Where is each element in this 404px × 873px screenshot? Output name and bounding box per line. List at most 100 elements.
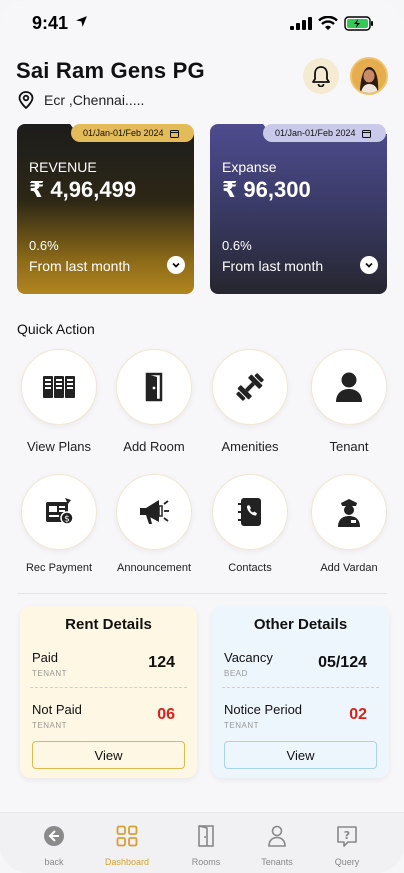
chevron-down-icon	[365, 262, 373, 268]
app-screen: 9:41 Sai Ram Gens PG Ecr ,Chennai..... 0…	[0, 0, 404, 873]
vacancy-sublabel: BEAD	[224, 669, 248, 678]
door-icon	[145, 372, 163, 402]
payment-icon: $	[46, 498, 74, 525]
query-icon: ?	[337, 826, 357, 847]
expense-percent: 0.6%	[222, 238, 252, 253]
notice-period-sublabel: TENANT	[224, 721, 259, 730]
revenue-expand-button[interactable]	[167, 256, 185, 274]
status-time: 9:41	[32, 13, 69, 33]
quick-action-circle	[212, 474, 288, 550]
notice-period-label: Notice Period	[224, 702, 303, 717]
door-icon	[198, 825, 214, 847]
quick-action-label: Amenities	[221, 439, 279, 454]
dumbbell-icon	[236, 373, 264, 401]
expense-label: Expanse	[222, 159, 277, 175]
location-pin-icon	[18, 91, 34, 109]
quick-action-circle: $	[21, 474, 97, 550]
paid-count: 124	[148, 654, 175, 671]
revenue-date-text: 01/Jan-01/Feb 2024	[83, 128, 164, 138]
megaphone-icon	[140, 500, 169, 524]
quick-action-add-room[interactable]: Add Room	[106, 349, 202, 454]
section-divider	[17, 593, 387, 594]
expense-date-text: 01/Jan-01/Feb 2024	[275, 128, 356, 138]
back-icon	[44, 826, 64, 846]
nav-label: Tenants	[261, 857, 293, 867]
rent-details-title: Rent Details	[65, 616, 152, 633]
quick-action-label: Tenant	[329, 439, 369, 454]
quick-action-add-vardan[interactable]: Add Vardan	[301, 474, 397, 574]
quick-action-circle	[212, 349, 288, 425]
avatar-image	[352, 59, 386, 93]
vacancy-count: 05/124	[318, 654, 367, 671]
quick-action-view-plans[interactable]: View Plans	[11, 349, 107, 454]
guard-icon	[338, 499, 360, 527]
quick-action-circle	[311, 474, 387, 550]
quick-action-rec-payment[interactable]: $ Rec Payment	[11, 474, 107, 574]
quick-action-tenant[interactable]: Tenant	[301, 349, 397, 454]
quick-action-label: Add Vardan	[320, 562, 378, 574]
bottom-nav: back Dashboard Rooms Tenants ? Query	[0, 812, 404, 873]
vacancy-label: Vacancy	[224, 650, 273, 665]
wifi-icon	[318, 16, 338, 30]
other-details-panel: Other Details Vacancy BEAD 05/124 Notice…	[212, 606, 389, 778]
battery-icon	[344, 16, 373, 31]
quick-action-circle	[116, 474, 192, 550]
quick-action-circle	[116, 349, 192, 425]
nav-label: back	[44, 857, 64, 867]
calendar-icon	[361, 129, 371, 138]
location-row[interactable]: Ecr ,Chennai.....	[18, 91, 144, 109]
not-paid-count: 06	[157, 706, 175, 723]
nav-query[interactable]: ? Query	[312, 825, 382, 867]
calendar-icon	[169, 129, 179, 138]
rent-details-panel: Rent Details Paid TENANT 124 Not Paid TE…	[20, 606, 197, 778]
expense-expand-button[interactable]	[360, 256, 378, 274]
nav-rooms[interactable]: Rooms	[171, 825, 241, 867]
notification-button[interactable]	[303, 58, 339, 94]
quick-action-label: Contacts	[228, 562, 272, 574]
svg-text:$: $	[64, 515, 70, 525]
rent-view-button[interactable]: View	[32, 741, 185, 769]
location-arrow-icon	[76, 16, 87, 27]
nav-label: Rooms	[191, 857, 221, 867]
signal-icon	[290, 17, 312, 30]
row-divider	[30, 687, 187, 688]
quick-action-label: Add Room	[123, 439, 185, 454]
expense-date-range[interactable]: 01/Jan-01/Feb 2024	[263, 124, 386, 142]
quick-action-label: View Plans	[26, 439, 92, 454]
nav-dashboard[interactable]: Dashboard	[92, 825, 162, 867]
other-details-title: Other Details	[253, 616, 348, 633]
quick-action-announcement[interactable]: Announcement	[106, 474, 202, 574]
row-divider	[222, 687, 379, 688]
page-title: Sai Ram Gens PG	[16, 58, 205, 83]
revenue-percent: 0.6%	[29, 238, 59, 253]
status-bar: 9:41	[0, 0, 404, 48]
paid-label: Paid	[32, 650, 59, 665]
dashboard-icon	[116, 825, 138, 847]
contact-book-icon	[238, 498, 261, 526]
revenue-subtitle: From last month	[29, 258, 131, 274]
quick-action-title: Quick Action	[17, 321, 95, 337]
quick-action-amenities[interactable]: Amenities	[202, 349, 298, 454]
avatar[interactable]	[350, 57, 388, 95]
person-icon	[336, 372, 362, 402]
person-icon	[268, 825, 286, 847]
quick-action-circle	[311, 349, 387, 425]
quick-action-contacts[interactable]: Contacts	[202, 474, 298, 574]
nav-back[interactable]: back	[19, 825, 89, 867]
nav-label: Dashboard	[104, 857, 150, 867]
location-text: Ecr ,Chennai.....	[44, 92, 145, 108]
quick-action-label: Announcement	[117, 562, 191, 574]
paid-sublabel: TENANT	[32, 669, 67, 678]
nav-label: Query	[334, 857, 360, 867]
quick-action-label: Rec Payment	[25, 562, 93, 574]
nav-tenants[interactable]: Tenants	[242, 825, 312, 867]
svg-text:?: ?	[344, 829, 350, 842]
notice-period-count: 02	[349, 706, 367, 723]
other-view-button[interactable]: View	[224, 741, 377, 769]
not-paid-label: Not Paid	[32, 702, 82, 717]
revenue-amount: ₹ 4,96,499	[29, 177, 137, 202]
plans-icon	[43, 376, 75, 398]
quick-action-circle	[21, 349, 97, 425]
bell-icon	[312, 66, 330, 87]
revenue-date-range[interactable]: 01/Jan-01/Feb 2024	[71, 124, 194, 142]
